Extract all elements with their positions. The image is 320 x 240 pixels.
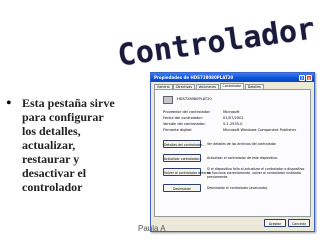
footer-text: Paula A xyxy=(138,224,166,233)
hard-drive-icon xyxy=(163,96,173,104)
update-driver-desc: Actualizar el controlador de este dispos… xyxy=(207,156,278,160)
info-value: 5.1.2535.0 xyxy=(223,122,243,126)
slide: Controlador • Esta pestaña sirve para co… xyxy=(0,0,320,240)
bullet-item: Esta pestaña sirve para configurar los d… xyxy=(22,96,162,194)
slide-title: Controlador xyxy=(115,11,318,75)
slide-title-text: Controlador xyxy=(116,11,318,73)
device-name: HDS728080PLAT20 xyxy=(177,97,212,101)
rollback-driver-button[interactable]: Volver al controlador anterior xyxy=(163,168,211,176)
dialog-title: Propiedades de HDS728080PLAT20 xyxy=(154,75,234,80)
info-label: Firmante digital: xyxy=(163,128,193,132)
update-driver-button[interactable]: Actualizar controlador... xyxy=(163,154,202,162)
info-label: Proveedor del controlador: xyxy=(163,110,211,114)
properties-dialog: Propiedades de HDS728080PLAT20 ? × Gener… xyxy=(150,72,315,232)
info-value: Microsoft Windows Component Publisher xyxy=(223,128,297,132)
uninstall-desc: Desinstalar el controlador (avanzado). xyxy=(207,186,269,190)
driver-details-desc: Ver detalles de los archivos del control… xyxy=(207,142,277,146)
close-icon[interactable]: × xyxy=(306,74,312,81)
info-value: 01/07/2001 xyxy=(223,116,244,120)
driver-details-button[interactable]: Detalles del controlador... xyxy=(163,140,205,148)
info-value: Microsoft xyxy=(223,110,240,114)
info-label: Fecha del controlador: xyxy=(163,116,204,120)
ok-button[interactable]: Aceptar xyxy=(264,219,286,227)
dialog-buttons: Aceptar Cancelar xyxy=(264,219,310,227)
bullet-marker: • xyxy=(6,95,12,112)
cancel-button[interactable]: Cancelar xyxy=(288,219,310,227)
bullet-text: Esta pestaña sirve para configurar los d… xyxy=(22,96,115,194)
dialog-titlebar[interactable]: Propiedades de HDS728080PLAT20 ? × xyxy=(151,73,314,82)
tab-panel-controlador: HDS728080PLAT20 Proveedor del controlado… xyxy=(154,89,311,217)
rollback-driver-desc: Si el dispositivo falla al actualizar el… xyxy=(207,167,305,179)
help-icon[interactable]: ? xyxy=(299,74,305,81)
info-label: Versión del controlador: xyxy=(163,122,206,126)
uninstall-button[interactable]: Desinstalar xyxy=(163,184,201,192)
